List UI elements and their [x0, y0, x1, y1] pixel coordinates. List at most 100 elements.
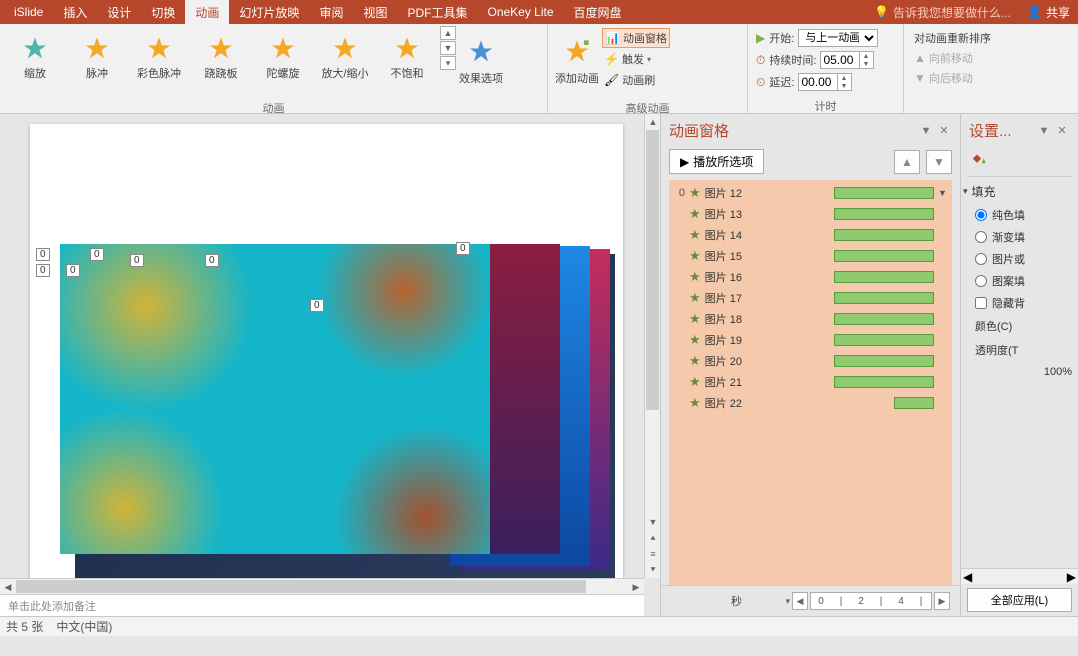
- anim-pulse[interactable]: 脉冲: [66, 26, 128, 90]
- move-down-btn[interactable]: ▼: [926, 150, 952, 174]
- anim-list-item[interactable]: 0 ★ 图片 12 ▼: [669, 182, 952, 203]
- anim-list-item[interactable]: ★ 图片 13: [669, 203, 952, 224]
- anim-timeline-bar[interactable]: [834, 187, 934, 199]
- anim-dropdown[interactable]: ▼: [938, 188, 948, 198]
- tab-onekey[interactable]: OneKey Lite: [477, 1, 563, 23]
- delay-spinner[interactable]: 00.00▲▼: [798, 73, 852, 91]
- hscroll-right[interactable]: ▶: [628, 579, 644, 595]
- start-select[interactable]: 与上一动画...: [798, 29, 878, 47]
- prev-slide[interactable]: ⯅: [645, 530, 660, 546]
- slide-nav[interactable]: ≡: [645, 546, 660, 562]
- transparency-row[interactable]: 透明度(T: [961, 338, 1078, 362]
- solid-radio[interactable]: [975, 209, 987, 221]
- slide-image-front[interactable]: [60, 244, 490, 554]
- notes-pane[interactable]: 单击此处添加备注: [0, 594, 644, 616]
- play-selected[interactable]: ▶播放所选项: [669, 149, 764, 174]
- anim-list-item[interactable]: ★ 图片 17: [669, 287, 952, 308]
- anim-list-item[interactable]: ★ 图片 15: [669, 245, 952, 266]
- format-hscroll[interactable]: ◀▶: [961, 568, 1078, 584]
- tl-track[interactable]: 0 | 2 | 4 |: [810, 592, 932, 610]
- anim-list-item[interactable]: ★ 图片 18: [669, 308, 952, 329]
- anim-list-item[interactable]: ★ 图片 21: [669, 371, 952, 392]
- paint-bucket-icon[interactable]: [961, 143, 1078, 174]
- anim-timeline-bar[interactable]: [834, 229, 934, 241]
- hscroll-left[interactable]: ◀: [0, 579, 16, 595]
- pattern-fill-option[interactable]: 图案填: [961, 270, 1078, 292]
- apply-all-button[interactable]: 全部应用(L): [967, 588, 1072, 612]
- tl-right[interactable]: ▶: [934, 592, 950, 610]
- anim-timeline-bar[interactable]: [834, 292, 934, 304]
- format-options[interactable]: ▼: [1036, 123, 1052, 139]
- fp-left[interactable]: ◀: [963, 570, 972, 584]
- pane-close[interactable]: ✕: [936, 123, 952, 139]
- tab-animations[interactable]: 动画: [185, 0, 229, 25]
- gallery-down[interactable]: ▼: [440, 41, 456, 55]
- anim-timeline-bar[interactable]: [834, 271, 934, 283]
- hide-bg-option[interactable]: 隐藏背: [961, 292, 1078, 314]
- tab-pdf[interactable]: PDF工具集: [397, 0, 477, 25]
- fill-section[interactable]: ▾填充: [961, 179, 1078, 204]
- anim-list-item[interactable]: ★ 图片 20: [669, 350, 952, 371]
- anim-colorpulse[interactable]: 彩色脉冲: [128, 26, 190, 90]
- animation-painter[interactable]: 🖌动画刷: [602, 70, 670, 90]
- delay-down[interactable]: ▼: [837, 82, 849, 90]
- anim-grow[interactable]: 放大/缩小: [314, 26, 376, 90]
- tab-view[interactable]: 视图: [353, 0, 397, 25]
- hide-checkbox[interactable]: [975, 297, 987, 309]
- anim-timeline-bar[interactable]: [834, 313, 934, 325]
- move-earlier[interactable]: ▲向前移动: [912, 48, 993, 68]
- hscroll-thumb[interactable]: [16, 580, 586, 593]
- format-close[interactable]: ✕: [1054, 123, 1070, 139]
- pattern-radio[interactable]: [975, 275, 987, 287]
- tab-slideshow[interactable]: 幻灯片放映: [229, 0, 309, 25]
- picture-radio[interactable]: [975, 253, 987, 265]
- trigger-button[interactable]: ⚡触发▾: [602, 49, 670, 69]
- gradient-fill-option[interactable]: 渐变填: [961, 226, 1078, 248]
- anim-list-item[interactable]: ★ 图片 22: [669, 392, 952, 413]
- duration-up[interactable]: ▲: [859, 52, 871, 60]
- duration-spinner[interactable]: 05.00▲▼: [820, 51, 874, 69]
- anim-shrink[interactable]: 缩放: [4, 26, 66, 90]
- pane-options[interactable]: ▼: [918, 123, 934, 139]
- next-slide[interactable]: ⯆: [645, 562, 660, 578]
- vertical-scrollbar[interactable]: ▲ ▼ ⯅ ≡ ⯆: [644, 114, 660, 578]
- share-button[interactable]: 👤 共享: [1019, 4, 1078, 21]
- gallery-up[interactable]: ▲: [440, 26, 456, 40]
- anim-desaturate[interactable]: 不饱和: [376, 26, 438, 90]
- animation-pane-button[interactable]: 📊动画窗格: [602, 28, 670, 48]
- tab-islide[interactable]: iSlide: [4, 1, 53, 23]
- anim-list-item[interactable]: ★ 图片 14: [669, 224, 952, 245]
- add-animation[interactable]: 添加动画: [552, 26, 602, 96]
- solid-fill-option[interactable]: 纯色填: [961, 204, 1078, 226]
- anim-list-item[interactable]: ★ 图片 19: [669, 329, 952, 350]
- anim-timeline-bar[interactable]: [834, 208, 934, 220]
- slide-canvas-wrap[interactable]: 0 0 0 0 0 0 0 0 ▲ ▼ ⯅ ≡ ⯆: [0, 114, 660, 578]
- tab-baidu[interactable]: 百度网盘: [564, 0, 632, 25]
- gradient-radio[interactable]: [975, 231, 987, 243]
- color-row[interactable]: 颜色(C): [961, 314, 1078, 338]
- tab-insert[interactable]: 插入: [53, 0, 97, 25]
- anim-timeline-bar[interactable]: [894, 397, 934, 409]
- delay-up[interactable]: ▲: [837, 74, 849, 82]
- effect-options[interactable]: 效果选项: [456, 26, 506, 96]
- tab-transitions[interactable]: 切换: [141, 0, 185, 25]
- tab-review[interactable]: 审阅: [309, 0, 353, 25]
- anim-timeline-bar[interactable]: [834, 376, 934, 388]
- move-later[interactable]: ▼向后移动: [912, 68, 993, 88]
- horizontal-scrollbar[interactable]: ◀ ▶: [0, 578, 644, 594]
- anim-spin[interactable]: 陀螺旋: [252, 26, 314, 90]
- tab-design[interactable]: 设计: [97, 0, 141, 25]
- duration-down[interactable]: ▼: [859, 60, 871, 68]
- fp-right[interactable]: ▶: [1067, 570, 1076, 584]
- anim-timeline-bar[interactable]: [834, 334, 934, 346]
- tl-left[interactable]: ◀: [792, 592, 808, 610]
- anim-list-item[interactable]: ★ 图片 16: [669, 266, 952, 287]
- anim-teeter[interactable]: 跷跷板: [190, 26, 252, 90]
- picture-fill-option[interactable]: 图片或: [961, 248, 1078, 270]
- vscroll-up[interactable]: ▲: [645, 114, 660, 130]
- move-up-btn[interactable]: ▲: [894, 150, 920, 174]
- anim-timeline-bar[interactable]: [834, 250, 934, 262]
- gallery-more[interactable]: ▾: [440, 56, 456, 70]
- vscroll-down[interactable]: ▼: [645, 514, 660, 530]
- tell-me-input[interactable]: 💡 告诉我您想要做什么...: [866, 4, 1019, 21]
